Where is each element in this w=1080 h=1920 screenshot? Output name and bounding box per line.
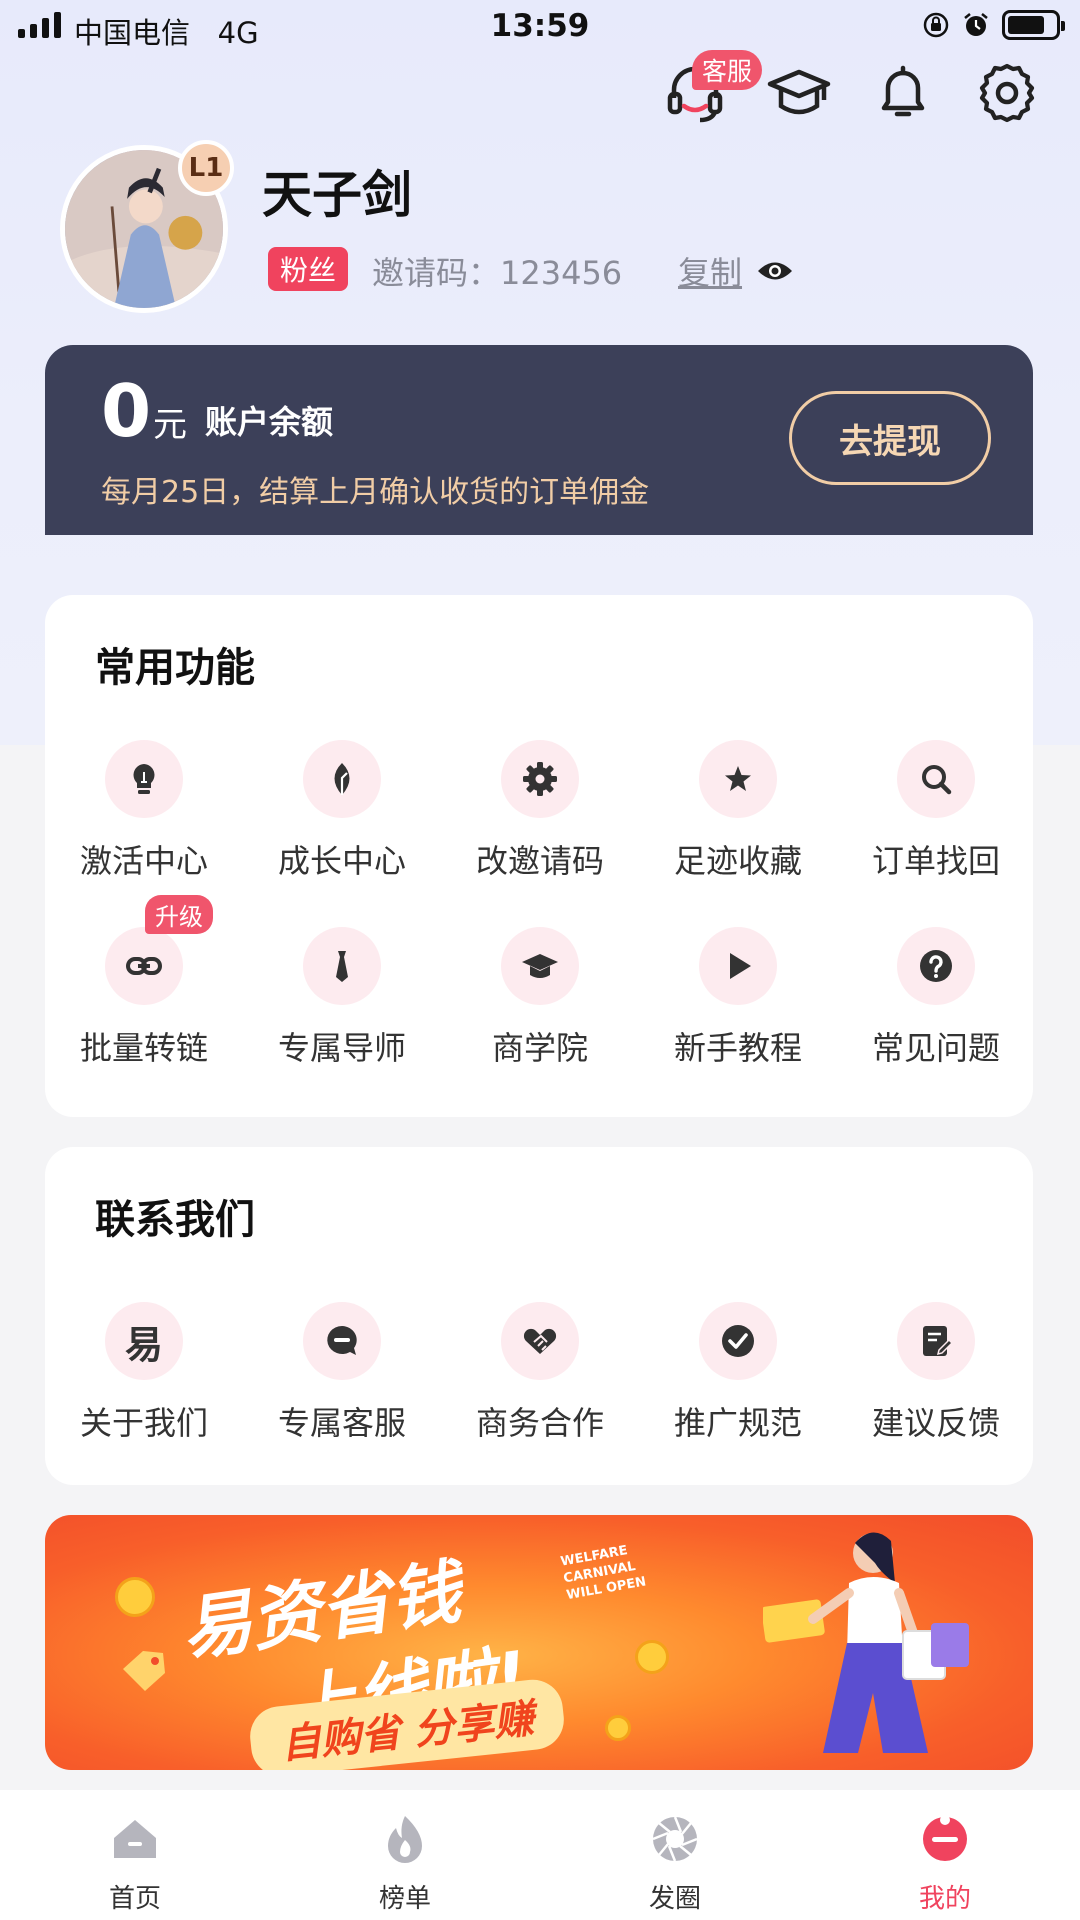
settings-button[interactable] (974, 60, 1040, 126)
coin-icon (605, 1715, 631, 1741)
status-time: 13:59 (490, 8, 590, 44)
function-item-mentor[interactable]: 专属导师 (243, 927, 441, 1069)
tab-moments[interactable]: 发圈 (540, 1790, 810, 1920)
upgrade-badge: 升级 (145, 895, 213, 934)
role-tag: 粉丝 (268, 247, 349, 291)
contact-item-feedback[interactable]: 建议反馈 (837, 1302, 1035, 1444)
graduation-cap-icon (522, 954, 558, 978)
section-title: 常用功能 (95, 645, 255, 691)
section-title: 联系我们 (95, 1197, 255, 1243)
eye-icon[interactable] (756, 256, 794, 286)
shopper-illustration-icon (763, 1532, 969, 1753)
balance-amount: 0 (101, 369, 152, 453)
function-item-change-invite-code[interactable]: 改邀请码 (441, 740, 639, 882)
lightbulb-icon (133, 764, 155, 794)
academy-button[interactable] (766, 60, 832, 126)
tab-home[interactable]: 首页 (0, 1790, 270, 1920)
common-functions-panel: 常用功能 激活中心 成长中心 改邀请码 足迹收藏 订单找回 升级 批量转链 专属… (45, 595, 1033, 1117)
balance-label: 账户余额 (205, 403, 334, 441)
function-item-growth[interactable]: 成长中心 (243, 740, 441, 882)
home-icon (114, 1820, 156, 1858)
function-item-batch-link[interactable]: 升级 批量转链 (45, 895, 243, 1069)
star-icon (725, 766, 751, 791)
copy-invite-button[interactable]: 复制 (678, 248, 742, 294)
graduation-cap-icon (767, 69, 831, 115)
contact-item-customer-service[interactable]: 专属客服 (243, 1302, 441, 1444)
contact-item-business[interactable]: 商务合作 (441, 1302, 639, 1444)
yi-logo-icon: 易 (124, 1322, 163, 1367)
orientation-lock-icon (923, 12, 949, 38)
gear-icon (523, 762, 557, 796)
leaf-icon (334, 763, 350, 795)
contact-item-about-us[interactable]: 易 关于我们 (45, 1302, 243, 1444)
contact-item-promotion-rules[interactable]: 推广规范 (639, 1302, 837, 1444)
function-item-order-retrieval[interactable]: 订单找回 (837, 740, 1035, 882)
promo-banner[interactable]: 易资省钱 上线啦! 自购省 分享赚 WELFARE CARNIVAL WILL … (45, 1515, 1033, 1770)
profile-icon (923, 1815, 967, 1861)
level-badge: L1 (178, 140, 234, 196)
username: 天子剑 (262, 166, 412, 224)
function-item-tutorial[interactable]: 新手教程 (639, 927, 837, 1069)
status-bar: 中国电信 4G 13:59 (0, 0, 1080, 55)
withdraw-button[interactable]: 去提现 (789, 391, 991, 485)
coin-icon (115, 1577, 155, 1617)
function-item-faq[interactable]: 常见问题 (837, 927, 1035, 1069)
price-tag-icon (123, 1651, 165, 1691)
gear-icon (979, 63, 1035, 123)
function-item-footprints[interactable]: 足迹收藏 (639, 740, 837, 882)
chat-icon (327, 1326, 357, 1355)
banner-english-text: WELFARE CARNIVAL WILL OPEN (559, 1543, 648, 1603)
tie-icon (336, 951, 348, 982)
question-icon (920, 950, 952, 982)
tab-mine[interactable]: 我的 (810, 1790, 1080, 1920)
play-icon (730, 953, 751, 979)
function-item-activation[interactable]: 激活中心 (45, 740, 243, 882)
edit-note-icon (923, 1326, 954, 1356)
coin-icon (635, 1640, 669, 1674)
bell-icon (881, 65, 925, 117)
link-icon (126, 957, 162, 975)
battery-icon (1002, 10, 1065, 40)
invite-code: 邀请码：123456 (372, 254, 623, 292)
balance-unit: 元 (153, 405, 187, 445)
check-circle-icon (722, 1325, 754, 1357)
flame-icon (388, 1816, 422, 1863)
tab-bar: 首页 榜单 发圈 我的 (0, 1790, 1080, 1920)
aperture-icon (652, 1816, 698, 1862)
customer-service-badge: 客服 (692, 50, 763, 90)
handshake-icon (523, 1328, 557, 1354)
tab-ranking[interactable]: 榜单 (270, 1790, 540, 1920)
contact-us-panel: 联系我们 易 关于我们 专属客服 商务合作 推广规范 建议反馈 (45, 1147, 1033, 1485)
function-item-business-school[interactable]: 商学院 (441, 927, 639, 1069)
customer-service-button[interactable]: 客服 (662, 50, 763, 126)
alarm-icon (964, 13, 988, 36)
search-icon (922, 765, 952, 795)
notifications-button[interactable] (870, 60, 936, 126)
settlement-note: 每月25日，结算上月确认收货的订单佣金 (101, 475, 650, 510)
balance-card: 0 元 账户余额 每月25日，结算上月确认收货的订单佣金 去提现 (45, 345, 1033, 535)
